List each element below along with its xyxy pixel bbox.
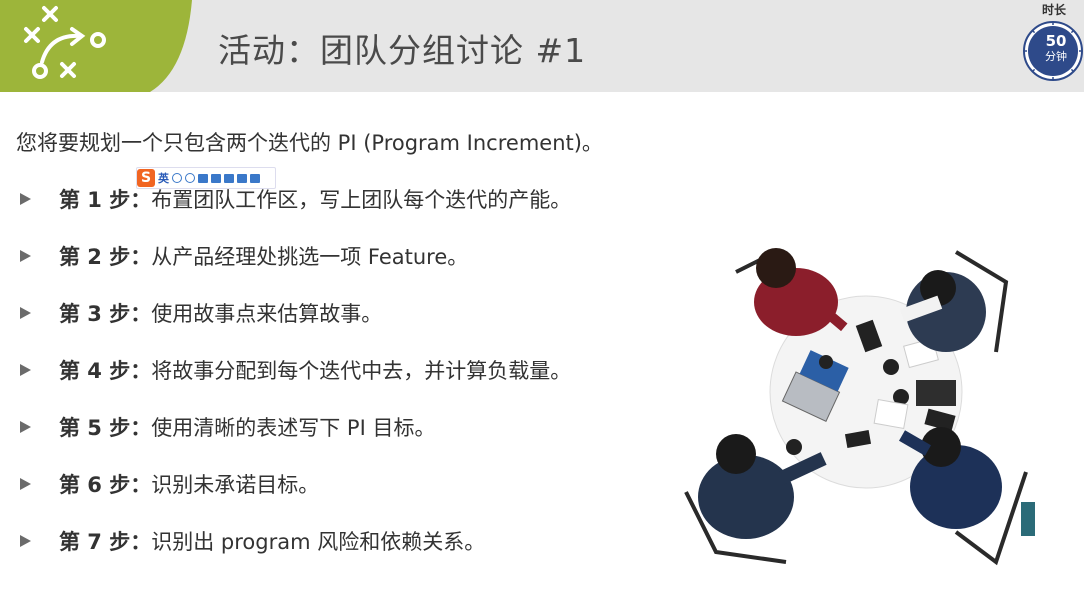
list-item: 第 3 步： 使用故事点来估算故事。 [20, 298, 382, 328]
step-text: 将故事分配到每个迭代中去，并计算负载量。 [151, 359, 572, 383]
list-item: 第 5 步： 使用清晰的表述写下 PI 目标。 [20, 412, 435, 442]
step-text: 识别未承诺目标。 [151, 473, 320, 497]
ime-skin-icon[interactable] [237, 173, 247, 183]
ime-mic-icon[interactable] [198, 173, 208, 183]
step-label: 第 2 步： [59, 245, 152, 269]
step-label: 第 7 步： [59, 530, 152, 554]
duration-unit: 分钟 [1045, 50, 1067, 63]
step-text: 使用清晰的表述写下 PI 目标。 [151, 416, 436, 440]
step-text: 从产品经理处挑选一项 Feature。 [151, 245, 469, 269]
step-label: 第 3 步： [59, 302, 152, 326]
list-item: 第 6 步： 识别未承诺目标。 [20, 469, 319, 499]
ime-punctuation-icon[interactable] [172, 173, 182, 183]
duration-value: 50 [1045, 32, 1067, 50]
step-label: 第 4 步： [59, 359, 152, 383]
intro-text: 您将要规划一个只包含两个迭代的 PI (Program Increment)。 [16, 131, 603, 155]
ime-emoji-icon[interactable] [185, 173, 195, 183]
step-label: 第 6 步： [59, 473, 152, 497]
bullet-arrow-icon [20, 421, 31, 433]
team-meeting-photo [684, 248, 1035, 566]
step-label: 第 1 步： [59, 188, 152, 212]
page-title: 活动：团队分组讨论 #1 [218, 31, 587, 70]
bullet-arrow-icon [20, 250, 31, 262]
step-text: 识别出 program 风险和依赖关系。 [151, 530, 486, 554]
ime-menu-icon[interactable] [250, 173, 260, 183]
ime-tools-icon[interactable] [224, 173, 234, 183]
strategy-play-icon [0, 0, 192, 92]
duration-label: 时长 [1042, 3, 1067, 17]
bullet-arrow-icon [20, 364, 31, 376]
list-item: 第 7 步： 识别出 program 风险和依赖关系。 [20, 526, 485, 556]
bullet-arrow-icon [20, 535, 31, 547]
list-item: 第 2 步： 从产品经理处挑选一项 Feature。 [20, 241, 468, 271]
bullet-arrow-icon [20, 307, 31, 319]
bullet-arrow-icon [20, 478, 31, 490]
list-item: 第 4 步： 将故事分配到每个迭代中去，并计算负载量。 [20, 355, 571, 385]
slide-header: 活动：团队分组讨论 #1 [0, 0, 1084, 92]
bullet-arrow-icon [20, 193, 31, 205]
step-text: 使用故事点来估算故事。 [151, 302, 383, 326]
ime-keyboard-icon[interactable] [211, 173, 221, 183]
step-label: 第 5 步： [59, 416, 152, 440]
list-item: 第 1 步： 布置团队工作区，写上团队每个迭代的产能。 [20, 184, 571, 214]
step-text: 布置团队工作区，写上团队每个迭代的产能。 [151, 188, 572, 212]
